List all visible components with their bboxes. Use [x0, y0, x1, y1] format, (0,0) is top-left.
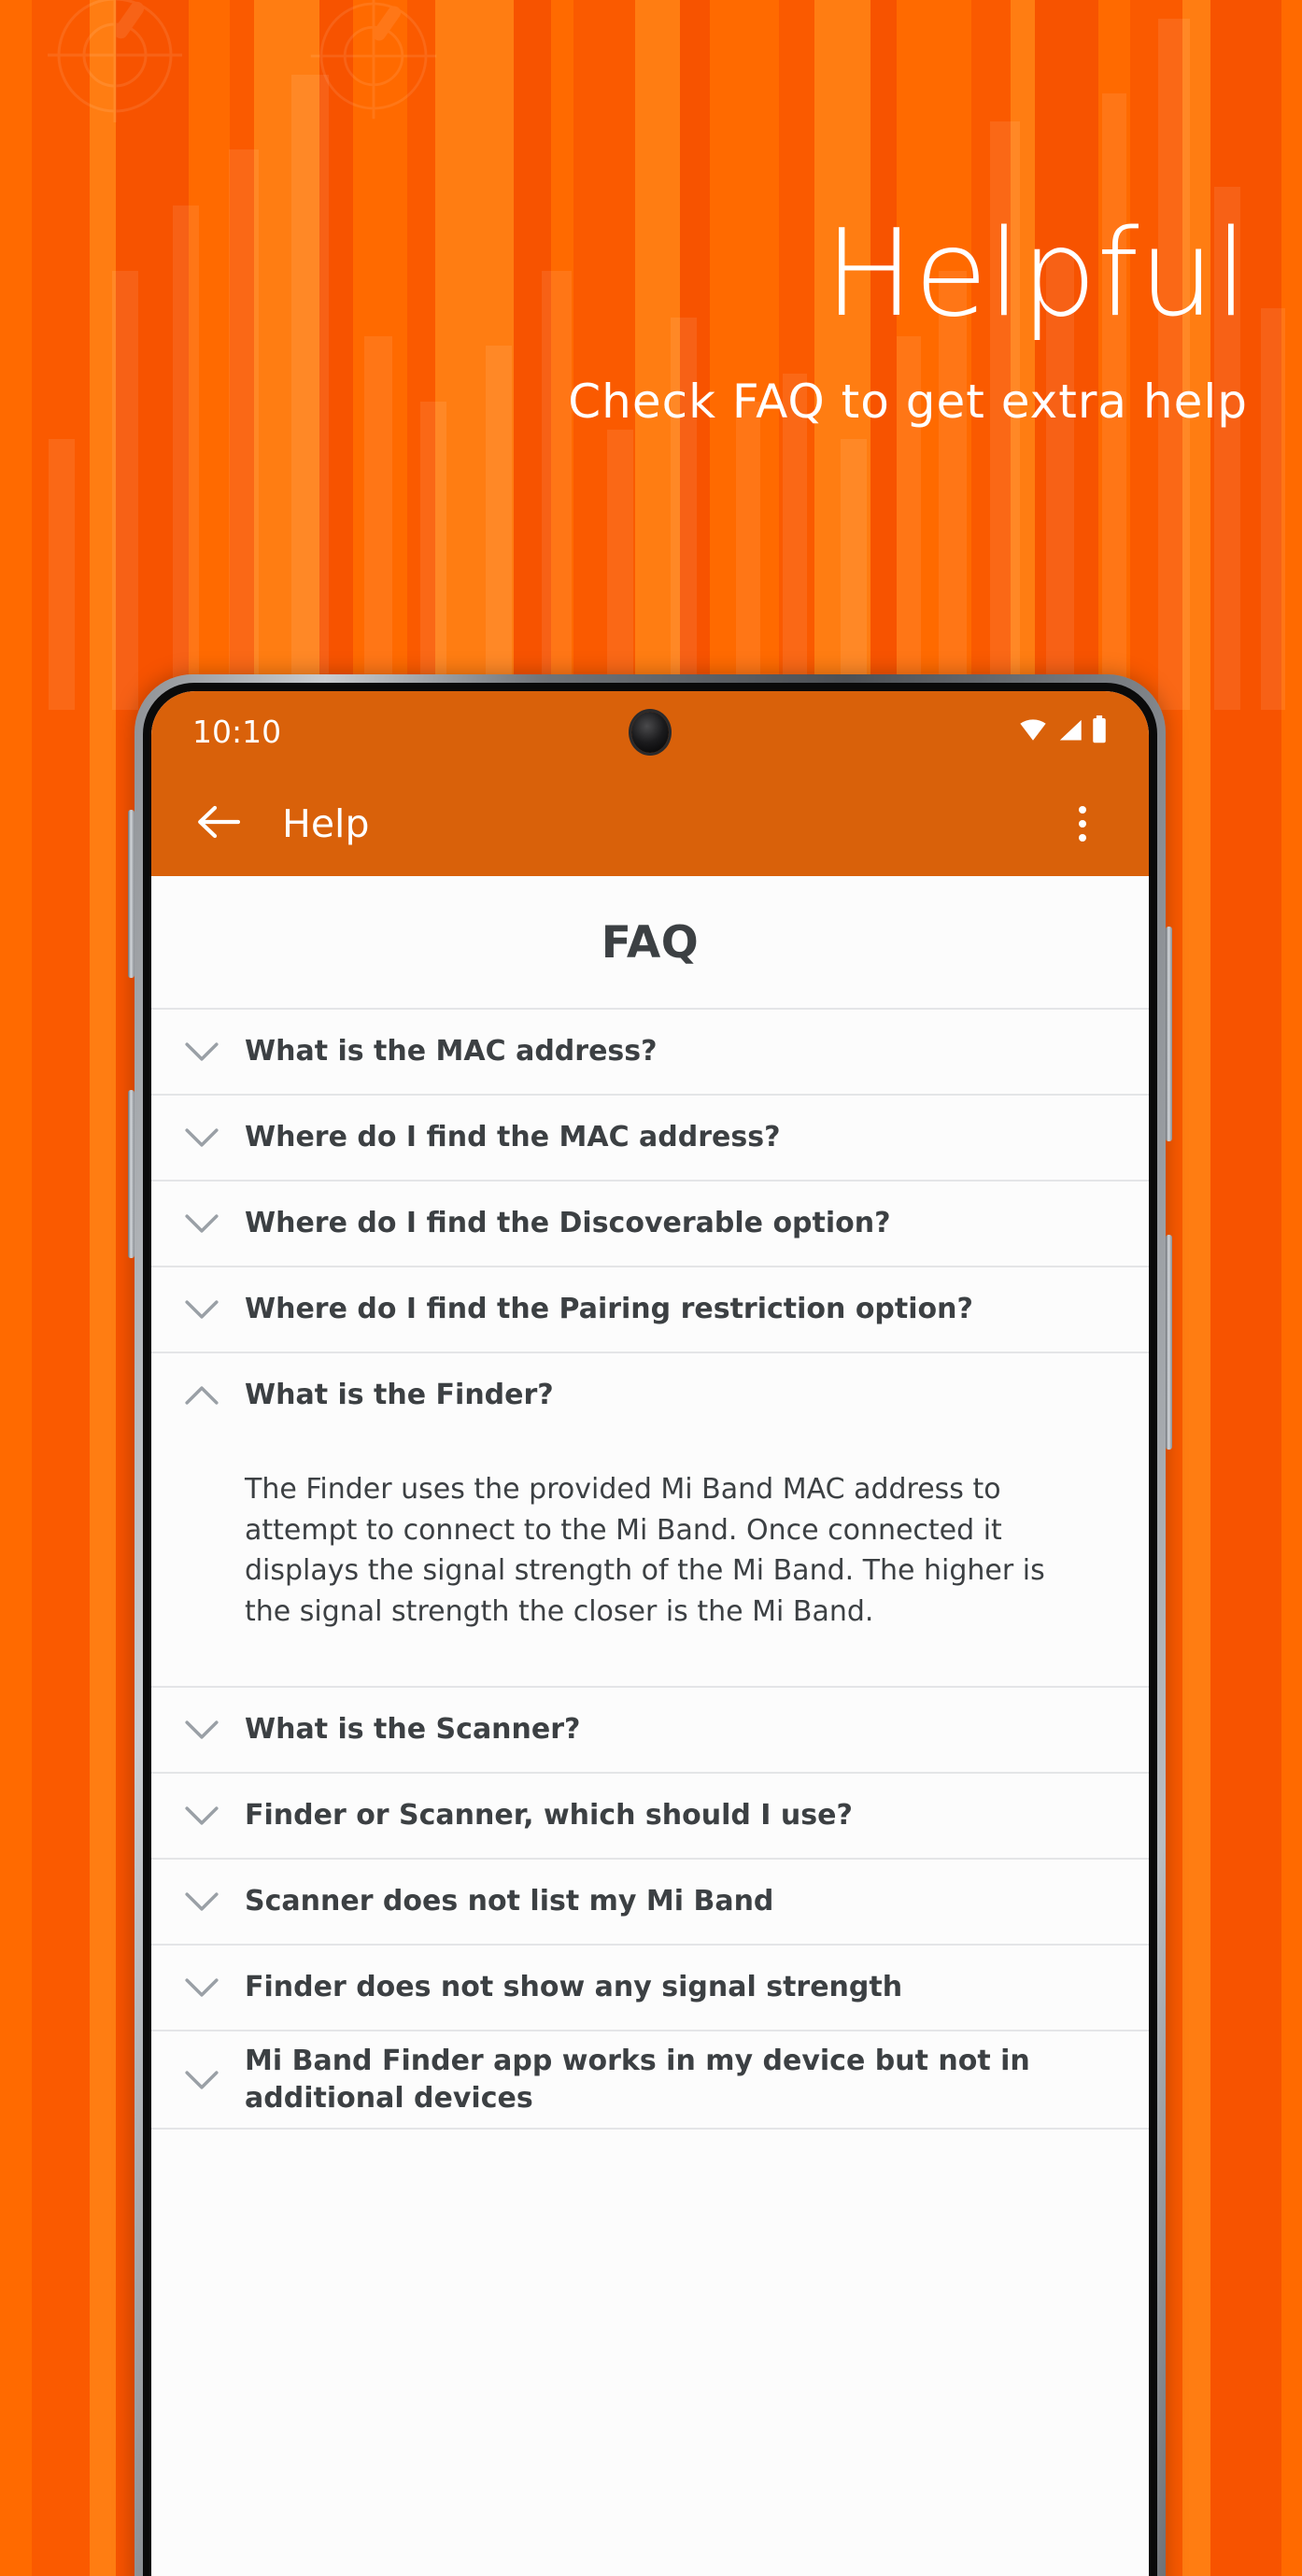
background-bar [736, 402, 760, 710]
faq-item[interactable]: What is the MAC address? [151, 1008, 1149, 1094]
chevron-down-icon[interactable] [176, 1718, 228, 1742]
more-vert-icon [1079, 806, 1086, 842]
phone-volume-button[interactable] [1166, 927, 1172, 1141]
faq-question: What is the MAC address? [245, 1035, 658, 1069]
faq-question: Finder does not show any signal strength [245, 1971, 903, 2004]
phone-side-button[interactable] [128, 810, 134, 978]
back-button[interactable] [189, 795, 247, 853]
faq-heading: FAQ [601, 917, 700, 969]
chevron-down-icon[interactable] [176, 1975, 228, 2000]
promo-text-block: Helpful Check FAQ to get extra help [0, 215, 1248, 430]
faq-item[interactable]: Finder or Scanner, which should I use? [151, 1772, 1149, 1858]
faq-item[interactable]: What is the Scanner? [151, 1686, 1149, 1772]
chevron-down-icon[interactable] [176, 1890, 228, 1914]
status-bar-icons [1018, 715, 1108, 748]
chevron-down-icon[interactable] [176, 2068, 228, 2092]
faq-list: What is the MAC address? Where do I find … [151, 1008, 1149, 2128]
arrow-back-icon [195, 803, 241, 845]
chevron-down-icon[interactable] [176, 1125, 228, 1150]
radar-target-icon [45, 0, 185, 125]
faq-item[interactable]: Finder does not show any signal strength [151, 1944, 1149, 2030]
faq-item[interactable]: Scanner does not list my Mi Band [151, 1858, 1149, 1944]
faq-list-tail [151, 2128, 1149, 2230]
app-bar: Help [151, 771, 1149, 876]
chevron-down-icon[interactable] [176, 1297, 228, 1322]
battery-icon [1091, 715, 1108, 748]
faq-question: Finder or Scanner, which should I use? [245, 1799, 853, 1833]
chevron-down-icon[interactable] [176, 1211, 228, 1236]
faq-question: Scanner does not list my Mi Band [245, 1885, 774, 1918]
promo-subtitle: Check FAQ to get extra help [568, 375, 1248, 429]
faq-item[interactable]: Where do I find the MAC address? [151, 1094, 1149, 1180]
background-bar [420, 402, 446, 710]
background-bar [1261, 308, 1285, 710]
radar-target-icon [308, 0, 439, 121]
app-bar-title: Help [282, 801, 370, 846]
phone-side-button[interactable] [128, 1090, 134, 1258]
faq-question: What is the Finder? [245, 1379, 554, 1412]
chevron-down-icon[interactable] [176, 1040, 228, 1064]
wifi-icon [1018, 717, 1048, 746]
phone-frame: 10:10 Help FAQ What is the MAC address? … [128, 674, 1172, 2576]
cellular-signal-icon [1056, 717, 1083, 746]
chevron-up-icon[interactable] [176, 1383, 228, 1408]
phone-screen: 10:10 Help FAQ What is the MAC address? … [151, 691, 1149, 2576]
chevron-down-icon[interactable] [176, 1804, 228, 1828]
background-bar [841, 439, 867, 710]
faq-item[interactable]: Where do I find the Pairing restriction … [151, 1266, 1149, 1352]
punch-hole-camera [631, 712, 669, 753]
faq-item[interactable]: Where do I find the Discoverable option? [151, 1180, 1149, 1266]
faq-question: Where do I find the Discoverable option? [245, 1207, 891, 1240]
faq-question: Mi Band Finder app works in my device bu… [245, 2045, 1030, 2115]
status-bar: 10:10 [151, 691, 1149, 771]
phone-bezel: 10:10 Help FAQ What is the MAC address? … [143, 683, 1157, 2576]
faq-item[interactable]: What is the Finder? The Finder uses the p… [151, 1352, 1149, 1686]
background-bar [607, 430, 633, 710]
overflow-menu-button[interactable] [1054, 795, 1111, 853]
faq-answer: The Finder uses the provided Mi Band MAC… [245, 1473, 1045, 1628]
faq-question: What is the Scanner? [245, 1713, 581, 1747]
promo-title: Helpful [824, 205, 1248, 344]
status-bar-time: 10:10 [192, 713, 282, 750]
faq-item[interactable]: Mi Band Finder app works in my device bu… [151, 2030, 1149, 2128]
faq-content: FAQ What is the MAC address? Where do I f… [151, 876, 1149, 2576]
background-bar [49, 439, 75, 710]
faq-question: Where do I find the Pairing restriction … [245, 1293, 973, 1326]
faq-question: Where do I find the MAC address? [245, 1121, 781, 1154]
phone-power-button[interactable] [1166, 1235, 1172, 1450]
